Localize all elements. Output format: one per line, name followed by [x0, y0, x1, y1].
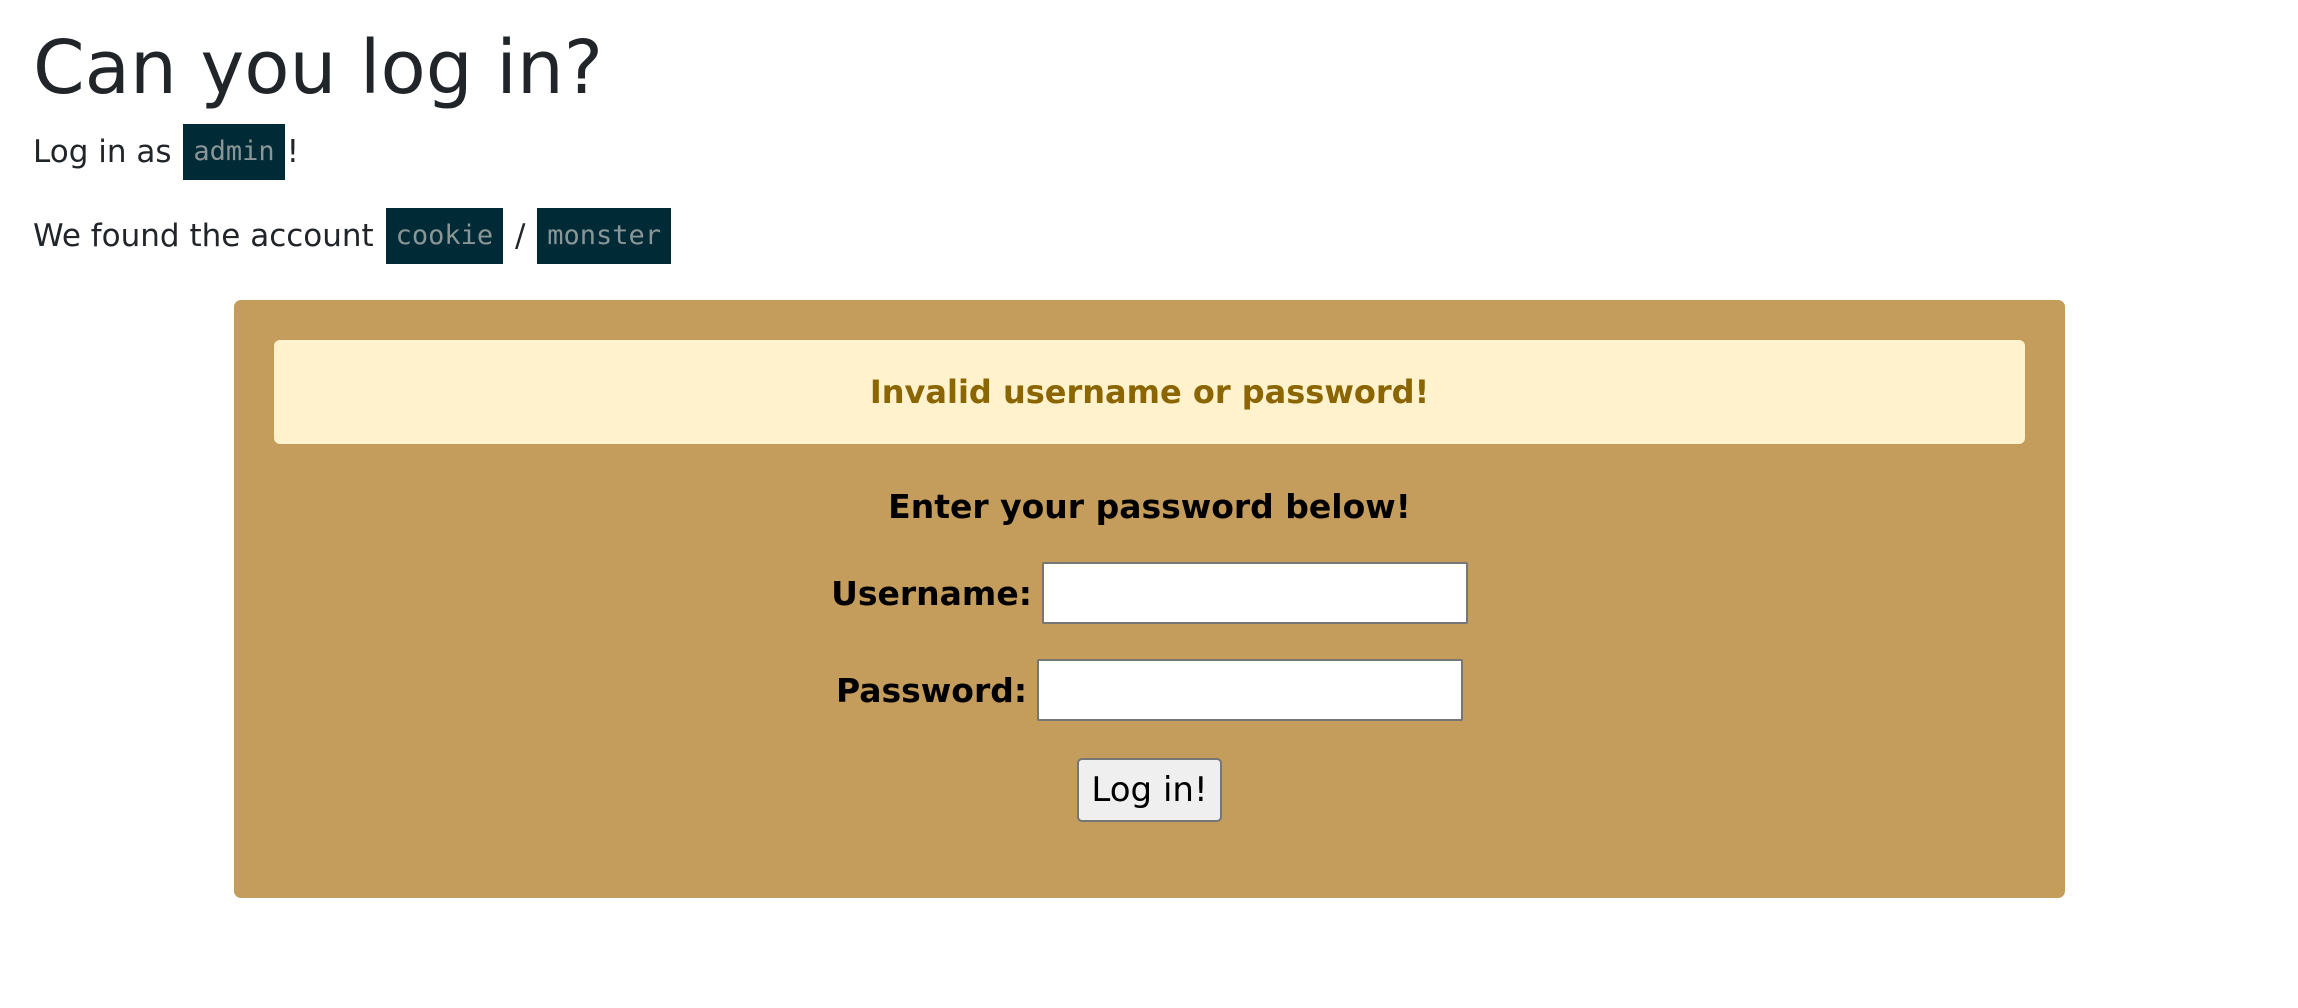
password-label: Password:	[835, 670, 1028, 710]
login-prefix-text: Log in as	[33, 134, 172, 170]
error-alert: Invalid username or password!	[274, 340, 2025, 444]
found-prefix-text: We found the account	[33, 218, 374, 254]
target-username-code: admin	[183, 124, 285, 180]
found-account-text: We found the account cookie / monster	[33, 208, 673, 264]
password-row: Password:	[234, 659, 2065, 721]
login-instruction: Log in as admin!	[33, 124, 299, 180]
login-panel: Invalid username or password! Enter your…	[234, 300, 2065, 898]
password-prompt: Enter your password below!	[888, 487, 1411, 526]
found-separator: /	[514, 218, 526, 254]
found-password-code: monster	[537, 208, 672, 264]
page-title: Can you log in?	[33, 25, 603, 111]
found-username-code: cookie	[385, 208, 504, 264]
login-page: Can you log in? Log in as admin! We foun…	[0, 0, 2298, 1008]
password-input[interactable]	[1037, 659, 1464, 721]
login-suffix-text: !	[286, 134, 300, 170]
username-row: Username:	[234, 562, 2065, 624]
username-input[interactable]	[1041, 562, 1468, 624]
username-label: Username:	[831, 573, 1032, 613]
login-button[interactable]: Log in!	[1077, 758, 1222, 822]
submit-row: Log in!	[234, 758, 2065, 822]
